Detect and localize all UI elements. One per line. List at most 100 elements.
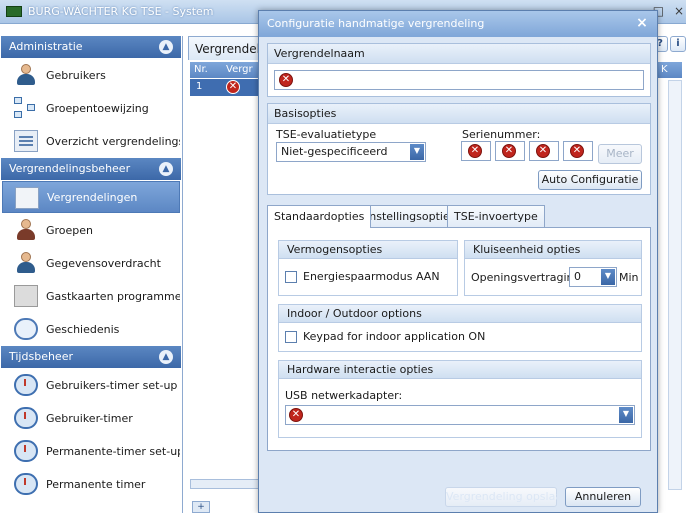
error-icon: ✕ xyxy=(289,408,303,422)
energy-saving-checkbox[interactable] xyxy=(285,271,297,283)
usb-adapter-label: USB netwerkadapter: xyxy=(285,389,403,402)
group-title: Tijdsbeheer xyxy=(9,350,73,363)
app-logo-icon xyxy=(6,6,22,17)
collapse-icon[interactable]: ▲ xyxy=(159,40,173,54)
sidebar-item-groepen[interactable]: Groepen xyxy=(2,214,180,246)
error-icon: ✕ xyxy=(468,144,482,158)
navigation-sidebar: Administratie ▲ Gebruikers Groepentoewij… xyxy=(0,36,183,513)
sidebar-item-label: Gebruikers-timer set-up xyxy=(46,378,178,392)
group-title: Vergrendelingsbeheer xyxy=(9,162,131,175)
auto-config-button[interactable]: Auto Configuratie xyxy=(538,170,642,190)
permanent-timer-icon xyxy=(14,473,38,495)
standard-options-panel: Vermogensopties Energiespaarmodus AAN Kl… xyxy=(267,227,651,451)
history-icon xyxy=(14,318,38,340)
sidebar-item-geschiedenis[interactable]: Geschiedenis xyxy=(2,313,180,345)
timer-setup-icon xyxy=(14,374,38,396)
data-transfer-icon xyxy=(14,252,38,274)
guest-card-icon xyxy=(14,285,38,307)
error-icon: ✕ xyxy=(502,144,516,158)
lock-name-section: Vergrendelnaam ✕ xyxy=(267,43,651,97)
serial-more-button[interactable]: Meer xyxy=(598,144,642,164)
row-number: 1 xyxy=(196,81,203,92)
serial-field-3[interactable]: ✕ xyxy=(529,141,559,161)
overview-icon xyxy=(14,130,38,152)
sidebar-item-label: Gegevensoverdracht xyxy=(46,256,161,270)
chevron-down-icon: ▼ xyxy=(619,407,633,423)
lock-config-dialog: Configuratie handmatige vergrendeling × … xyxy=(258,10,658,513)
sidebar-item-label: Gebruikers xyxy=(46,68,106,82)
sidebar-item-label: Gastkaarten programmeren xyxy=(46,289,180,303)
sidebar-item-label: Groepen xyxy=(46,223,94,237)
usb-adapter-select[interactable]: ✕ ▼ xyxy=(285,405,635,425)
sidebar-item-gebruikers[interactable]: Gebruikers xyxy=(2,59,180,91)
section-title: Indoor / Outdoor options xyxy=(279,305,641,323)
horizontal-scrollbar[interactable] xyxy=(190,479,260,489)
lock-name-input[interactable]: ✕ xyxy=(274,70,644,90)
sidebar-item-label: Geschiedenis xyxy=(46,322,120,336)
opening-delay-label: Openingsvertraging xyxy=(471,271,581,284)
sidebar-item-label: Groepentoewijzing xyxy=(46,101,149,115)
table-row[interactable]: 1 ✕ xyxy=(190,79,260,96)
sidebar-item-gegevensoverdracht[interactable]: Gegevensoverdracht xyxy=(2,247,180,279)
permanent-timer-setup-icon xyxy=(14,440,38,462)
opening-delay-value: 0 xyxy=(574,270,581,283)
dialog-titlebar: Configuratie handmatige vergrendeling × xyxy=(259,11,657,37)
sidebar-item-vergrendelingen[interactable]: Vergrendelingen xyxy=(2,181,180,213)
section-title: Basisopties xyxy=(268,104,650,124)
save-lock-button[interactable]: Vergrendeling opslaan xyxy=(445,487,569,507)
sidebar-item-permanente-timer-setup[interactable]: Permanente-timer set-up xyxy=(2,435,180,467)
eval-type-select[interactable]: Niet-gespecificeerd ▼ xyxy=(276,142,426,162)
sidebar-item-label: Permanente-timer set-up xyxy=(46,444,180,458)
opening-delay-select[interactable]: 0 ▼ xyxy=(569,267,617,287)
error-icon: ✕ xyxy=(226,80,240,94)
group-header-vergrendelingsbeheer[interactable]: Vergrendelingsbeheer ▲ xyxy=(1,158,181,180)
sidebar-item-gastkaarten[interactable]: Gastkaarten programmeren xyxy=(2,280,180,312)
section-title: Kluiseenheid opties xyxy=(465,241,641,259)
sidebar-item-label: Gebruiker-timer xyxy=(46,411,133,425)
power-options-section: Vermogensopties Energiespaarmodus AAN xyxy=(278,240,458,296)
group-header-tijdsbeheer[interactable]: Tijdsbeheer ▲ xyxy=(1,346,181,368)
grid-header: Nr. Vergr xyxy=(190,62,260,78)
column-header-vergr[interactable]: Vergr xyxy=(226,64,253,75)
chevron-down-icon: ▼ xyxy=(410,144,424,160)
dialog-button-bar: Vergrendeling opslaan Annuleren xyxy=(259,482,657,512)
serial-field-4[interactable]: ✕ xyxy=(563,141,593,161)
users-icon xyxy=(14,64,38,86)
serial-field-1[interactable]: ✕ xyxy=(461,141,491,161)
section-title: Vergrendelnaam xyxy=(268,44,650,64)
chevron-down-icon: ▼ xyxy=(601,269,615,285)
groups-icon xyxy=(14,219,38,241)
info-button[interactable]: i xyxy=(670,36,686,52)
group-header-administratie[interactable]: Administratie ▲ xyxy=(1,36,181,58)
close-dialog-button[interactable]: × xyxy=(633,14,651,32)
close-window-button[interactable]: × xyxy=(674,4,684,18)
tab-tse-invoertype[interactable]: TSE-invoertype xyxy=(447,205,545,227)
error-icon: ✕ xyxy=(536,144,550,158)
collapse-icon[interactable]: ▲ xyxy=(159,350,173,364)
sidebar-item-gebruikers-timer-setup[interactable]: Gebruikers-timer set-up xyxy=(2,369,180,401)
eval-type-value: Niet-gespecificeerd xyxy=(281,145,388,158)
safe-options-section: Kluiseenheid opties Openingsvertraging 0… xyxy=(464,240,642,296)
vertical-scrollbar[interactable] xyxy=(668,80,682,490)
delay-unit-label: Min xyxy=(619,271,639,284)
tab-standaardopties[interactable]: Standaardopties xyxy=(267,205,372,228)
column-header-k[interactable]: K xyxy=(658,62,682,78)
energy-saving-label: Energiespaarmodus AAN xyxy=(303,270,440,283)
group-title: Administratie xyxy=(9,40,83,53)
lock-icon xyxy=(15,187,39,209)
user-timer-icon xyxy=(14,407,38,429)
collapse-icon[interactable]: ▲ xyxy=(159,162,173,176)
sidebar-item-overzicht[interactable]: Overzicht vergrendelingstoev xyxy=(2,125,180,157)
error-icon: ✕ xyxy=(279,73,293,87)
sidebar-item-permanente-timer[interactable]: Permanente timer xyxy=(2,468,180,500)
cancel-button[interactable]: Annuleren xyxy=(565,487,641,507)
sidebar-item-groepentoewijzing[interactable]: Groepentoewijzing xyxy=(2,92,180,124)
add-lock-button[interactable]: + xyxy=(192,501,210,513)
sidebar-item-label: Permanente timer xyxy=(46,477,146,491)
serial-field-2[interactable]: ✕ xyxy=(495,141,525,161)
column-header-nr[interactable]: Nr. xyxy=(194,64,208,75)
tab-vergrendelingen[interactable]: Vergrendeli xyxy=(188,36,260,60)
indoor-keypad-checkbox[interactable] xyxy=(285,331,297,343)
sidebar-item-gebruiker-timer[interactable]: Gebruiker-timer xyxy=(2,402,180,434)
sidebar-item-label: Overzicht vergrendelingstoev xyxy=(46,134,180,148)
